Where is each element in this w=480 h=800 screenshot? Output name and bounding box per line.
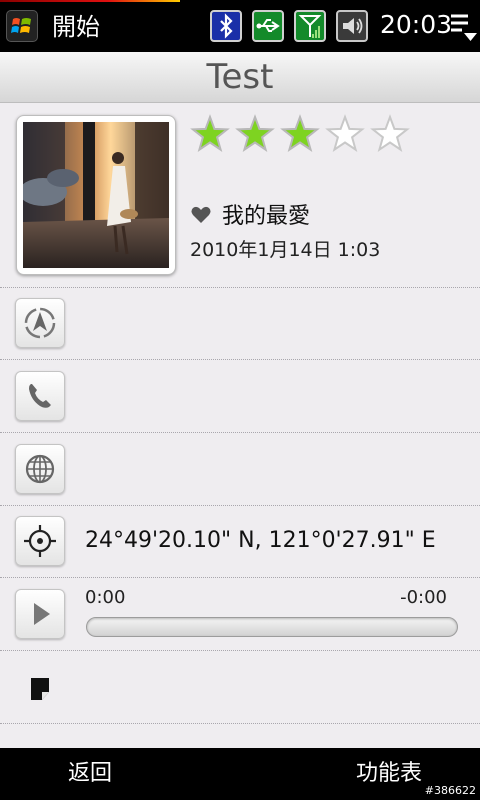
star-filled-icon[interactable] <box>235 114 275 152</box>
bluetooth-icon[interactable] <box>210 10 242 42</box>
globe-icon <box>25 454 55 484</box>
star-empty-icon[interactable] <box>325 114 365 152</box>
signal-icon[interactable] <box>294 10 326 42</box>
audio-elapsed-time: 0:00 <box>85 587 126 608</box>
favorite-label: 我的最愛 <box>222 204 311 229</box>
navigation-icon <box>24 307 56 339</box>
star-filled-icon[interactable] <box>190 114 230 152</box>
star-filled-icon[interactable] <box>280 114 320 152</box>
row-note <box>0 650 480 723</box>
status-bar: 開始 20:03 <box>0 0 480 52</box>
photo-image <box>23 122 169 268</box>
usb-icon[interactable] <box>252 10 284 42</box>
status-accent-line <box>0 0 180 2</box>
menu-softkey[interactable]: 功能表 <box>356 760 422 788</box>
row-phone <box>0 359 480 432</box>
location-coordinates: 24°49'20.10" N, 121°0'27.91" E <box>85 528 436 553</box>
clock[interactable]: 20:03 <box>380 10 452 40</box>
web-button[interactable] <box>15 444 65 494</box>
play-icon <box>34 603 50 625</box>
row-bottom-divider <box>0 723 480 749</box>
phone-icon <box>29 384 51 408</box>
volume-icon[interactable] <box>336 10 368 42</box>
row-navigation <box>0 287 480 360</box>
location-button[interactable] <box>15 516 65 566</box>
start-label[interactable]: 開始 <box>52 12 100 42</box>
watermark: #386622 <box>424 784 476 797</box>
heart-icon <box>190 205 212 225</box>
audio-remaining-time: -0:00 <box>400 587 447 608</box>
call-button[interactable] <box>15 371 65 421</box>
title-bar: Test <box>0 52 480 103</box>
page-title: Test <box>206 57 274 97</box>
audio-progress-bar[interactable] <box>86 617 458 637</box>
note-icon[interactable] <box>28 675 54 703</box>
navigation-button[interactable] <box>15 298 65 348</box>
play-button[interactable] <box>15 589 65 639</box>
soft-key-bar: 返回 功能表 <box>0 748 480 800</box>
contact-photo[interactable] <box>16 115 176 275</box>
star-empty-icon[interactable] <box>370 114 410 152</box>
back-softkey[interactable]: 返回 <box>68 760 112 788</box>
windows-logo-icon[interactable] <box>6 10 38 42</box>
location-target-icon <box>24 525 56 557</box>
menu-dropdown-icon[interactable] <box>450 12 478 42</box>
date-label: 2010年1月14日 1:03 <box>190 239 381 261</box>
row-web <box>0 432 480 505</box>
star-rating[interactable] <box>190 114 415 154</box>
